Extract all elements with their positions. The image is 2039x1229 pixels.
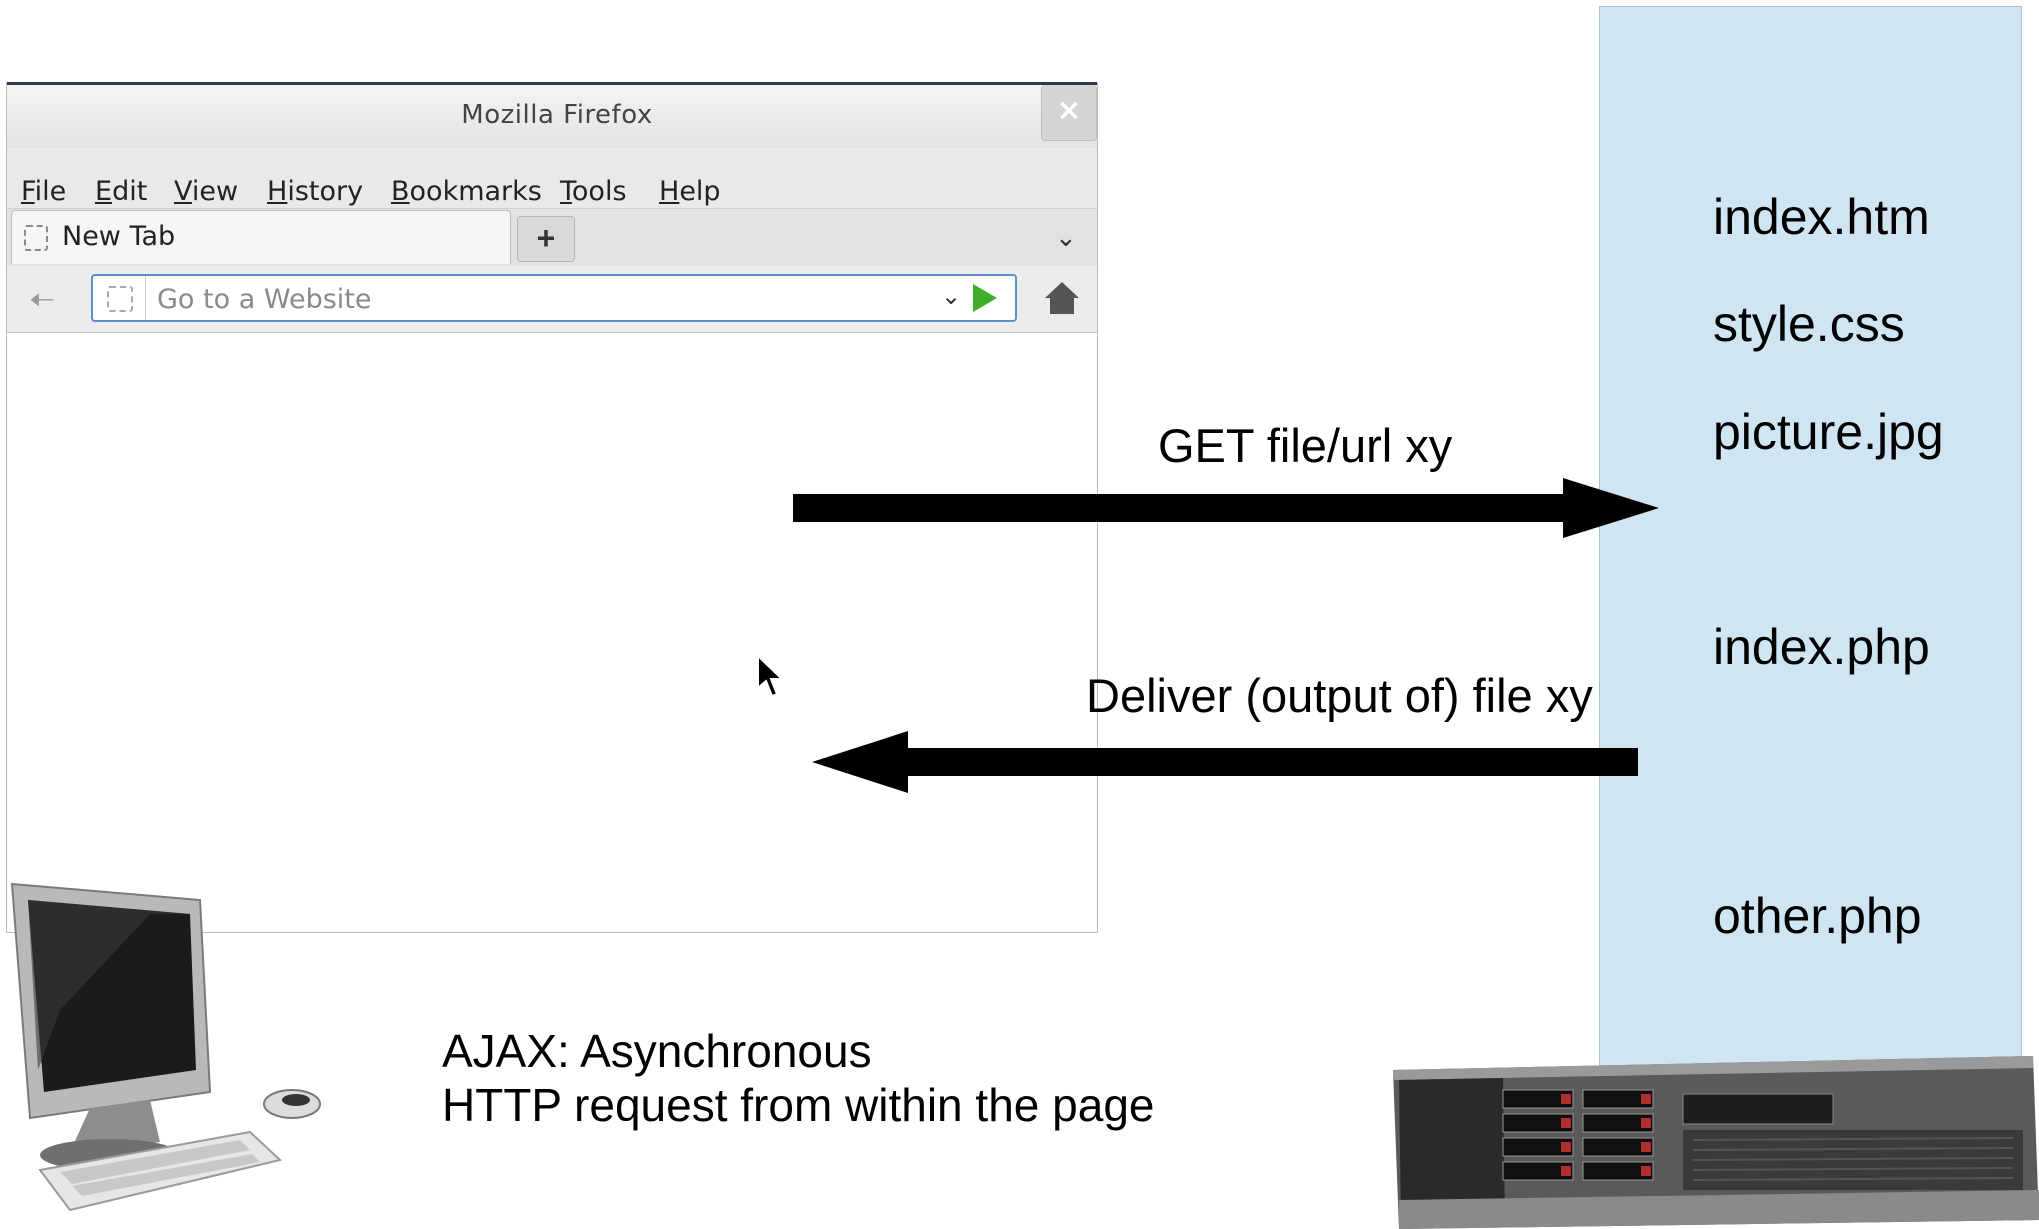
menu-file[interactable]: File — [21, 176, 66, 207]
file-index-php: index.php — [1713, 619, 1930, 675]
blank-page-icon — [107, 286, 133, 312]
rack-server-illustration — [1393, 1056, 2039, 1229]
url-separator — [145, 276, 146, 320]
back-arrow-icon[interactable]: 🠠 — [29, 278, 55, 329]
menu-history[interactable]: History — [267, 176, 363, 207]
caption-line-2: HTTP request from within the page — [442, 1079, 1155, 1131]
file-style-css: style.css — [1713, 296, 1905, 352]
new-tab-button[interactable]: + — [517, 216, 575, 262]
menu-edit[interactable]: Edit — [95, 176, 147, 207]
blank-page-icon — [24, 225, 48, 251]
close-button[interactable]: × — [1041, 85, 1097, 141]
chevron-down-icon[interactable]: ⌄ — [941, 282, 961, 311]
home-icon[interactable] — [1043, 280, 1081, 316]
request-label: GET file/url xy — [1158, 419, 1453, 472]
browser-window: Mozilla Firefox × File Edit View History… — [6, 82, 1098, 933]
tab-new-tab[interactable]: New Tab — [11, 210, 511, 264]
file-picture-jpg: picture.jpg — [1713, 404, 1944, 460]
url-bar[interactable]: Go to a Website ⌄ — [91, 274, 1017, 322]
response-label: Deliver (output of) file xy — [1086, 669, 1593, 722]
menu-help[interactable]: Help — [659, 176, 721, 207]
chevron-down-icon[interactable]: ⌄ — [1055, 222, 1077, 253]
file-index-htm: index.htm — [1713, 189, 1930, 245]
url-input[interactable]: Go to a Website — [157, 284, 371, 315]
page-content-area — [7, 334, 1097, 932]
menu-view[interactable]: View — [174, 176, 238, 207]
desktop-computer-illustration — [10, 882, 321, 1212]
play-arrow-icon[interactable] — [973, 284, 997, 312]
tab-label: New Tab — [62, 221, 176, 252]
file-other-php: other.php — [1713, 888, 1922, 944]
menu-bar — [7, 148, 1097, 208]
title-bar: Mozilla Firefox × — [7, 82, 1097, 148]
menu-bookmarks[interactable]: Bookmarks — [391, 176, 542, 207]
mouse-pointer-icon — [757, 654, 785, 698]
caption-line-1: AJAX: Asynchronous — [442, 1025, 872, 1077]
menu-tools[interactable]: Tools — [560, 176, 627, 207]
window-title: Mozilla Firefox — [461, 100, 653, 130]
